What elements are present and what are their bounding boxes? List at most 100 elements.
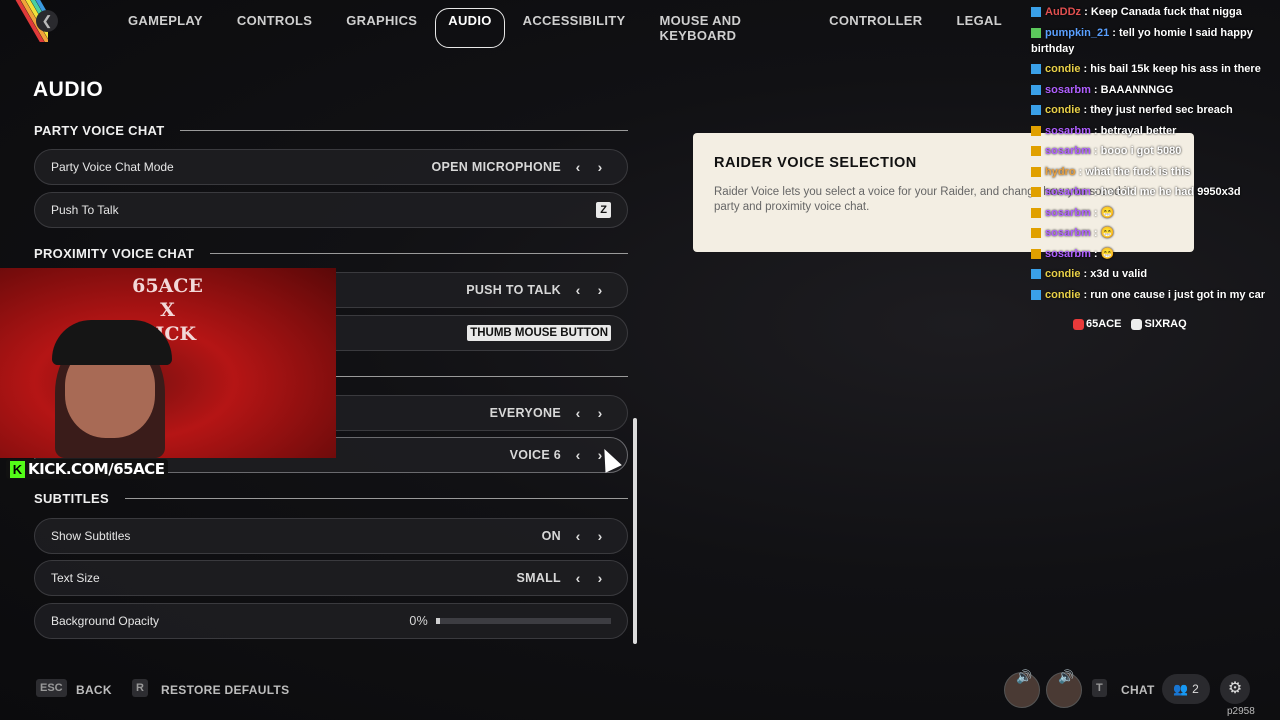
tab-legal[interactable]: LEGAL [940, 8, 1018, 48]
chat-text: : 😁 [1090, 206, 1115, 219]
setting-party-voice-chat-mode[interactable]: Party Voice Chat Mode OPEN MICROPHONE ‹ … [34, 149, 628, 185]
setting-label: Show Subtitles [51, 529, 131, 543]
section-label: PARTY VOICE CHAT [34, 122, 165, 138]
chat-badge-icon [1031, 187, 1041, 198]
chevron-right-icon[interactable]: › [589, 528, 611, 544]
chat-message: sosarbm : 😁 [1031, 205, 1280, 221]
chat-badge-icon [1031, 64, 1041, 75]
chat-text: : his bail 15k keep his ass in there [1080, 63, 1261, 75]
chat-message: sosarbm : booo i got 5080 [1031, 143, 1280, 159]
gear-icon[interactable]: ⚙ [1220, 674, 1250, 704]
tab-accessibility[interactable]: ACCESSIBILITY [507, 8, 642, 48]
chat-username: AuDDz [1045, 6, 1082, 18]
setting-label: Party Voice Chat Mode [51, 160, 174, 174]
setting-background-opacity[interactable]: Background Opacity 0% [34, 603, 628, 639]
chat-text: : 😁 [1090, 247, 1115, 260]
party-member-avatar[interactable]: 🔊 [1046, 669, 1082, 708]
chat-message: sosarbm : betrayal better [1031, 123, 1280, 139]
back-arrow-icon[interactable]: ❮ [36, 10, 58, 32]
keybind-value[interactable]: Z [596, 202, 611, 218]
party-button[interactable]: 👥 2 [1162, 674, 1210, 704]
r-key-icon: R [132, 679, 148, 697]
bottom-bar: ESC BACK R RESTORE DEFAULTS T CHAT [0, 676, 1280, 706]
divider [210, 252, 628, 254]
youtube-icon [1073, 318, 1084, 330]
chevron-right-icon[interactable]: › [589, 405, 611, 421]
chat-text: : BAAANNNGG [1090, 83, 1174, 96]
webcam-overlay: 65ACE X KICK [0, 268, 336, 458]
back-button[interactable]: BACK [76, 683, 112, 697]
tab-controller[interactable]: CONTROLLER [813, 8, 938, 48]
chat-username: condie [1045, 104, 1081, 116]
chat-text: : booo i got 5080 [1090, 145, 1182, 157]
page-title: AUDIO [33, 78, 104, 101]
chat-badge-icon [1031, 269, 1041, 280]
chat-message: sosarbm : he told me he had 9950x3d [1031, 184, 1280, 200]
speaker-icon: 🔊 [1016, 669, 1033, 684]
logo-line: 65ACE [132, 275, 203, 297]
chat-badge-icon [1031, 228, 1041, 239]
setting-value: EVERYONE [489, 406, 561, 420]
chat-badge-icon [1031, 146, 1041, 157]
t-key-icon: T [1092, 679, 1107, 697]
chevron-right-icon[interactable]: › [589, 570, 611, 586]
section-party-voice-chat: PARTY VOICE CHAT [34, 120, 628, 140]
party-count: 2 [1192, 682, 1199, 696]
x-icon [1131, 318, 1143, 330]
chevron-right-icon[interactable]: › [589, 282, 611, 298]
chevron-left-icon[interactable]: ‹ [567, 159, 589, 175]
divider [180, 129, 628, 131]
setting-push-to-talk[interactable]: Push To Talk Z [34, 192, 628, 228]
tab-audio[interactable]: AUDIO [435, 8, 505, 48]
divider [124, 497, 628, 499]
streamer-cap [52, 320, 172, 365]
setting-label: Push To Talk [51, 203, 119, 217]
section-label: SUBTITLES [34, 490, 109, 506]
chevron-left-icon[interactable]: ‹ [567, 405, 589, 421]
keybind-value[interactable]: THUMB MOUSE BUTTON [467, 325, 611, 341]
chevron-left-icon[interactable]: ‹ [567, 447, 589, 463]
setting-text-size[interactable]: Text Size SMALL ‹ › [34, 560, 628, 596]
setting-value: 0% [409, 614, 428, 628]
setting-show-subtitles[interactable]: Show Subtitles ON ‹ › [34, 518, 628, 554]
scrollbar[interactable] [633, 418, 637, 644]
kick-icon: K [10, 460, 25, 478]
chat-message: condie : his bail 15k keep his ass in th… [1031, 61, 1280, 77]
chat-message: hydro : what the fuck is this [1031, 164, 1280, 180]
chevron-left-icon[interactable]: ‹ [567, 528, 589, 544]
chat-badge-icon [1031, 27, 1041, 38]
chevron-left-icon[interactable]: ‹ [567, 282, 589, 298]
stream-chat-overlay: AuDDz : Keep Canada fuck that nigga pumpk… [1031, 4, 1280, 307]
chat-message: AuDDz : Keep Canada fuck that nigga [1031, 4, 1280, 20]
chat-username: sosarbm [1045, 83, 1091, 96]
setting-value: SMALL [516, 571, 561, 585]
tab-controls[interactable]: CONTROLS [221, 8, 328, 48]
opacity-slider[interactable] [436, 618, 611, 624]
chevron-right-icon[interactable]: › [589, 159, 611, 175]
restore-defaults-button[interactable]: RESTORE DEFAULTS [161, 683, 289, 697]
chat-message: condie : they just nerfed sec breach [1031, 102, 1280, 118]
chat-message: sosarbm : 😁 [1031, 246, 1280, 262]
section-proximity-voice-chat: PROXIMITY VOICE CHAT [34, 243, 628, 263]
party-member-avatar[interactable]: 🔊 [1004, 669, 1040, 708]
people-icon: 👥 [1173, 682, 1189, 696]
section-label: PROXIMITY VOICE CHAT [34, 245, 195, 261]
chat-username: sosarbm [1045, 186, 1091, 198]
chat-username: condie [1045, 63, 1081, 75]
tab-graphics[interactable]: GRAPHICS [330, 8, 433, 48]
chat-username: hydro [1045, 165, 1076, 178]
chat-button[interactable]: CHAT [1121, 683, 1155, 697]
chat-badge-icon [1031, 289, 1041, 300]
setting-value: ON [541, 529, 561, 543]
chat-text: : x3d u valid [1080, 268, 1148, 280]
kick-url-badge: K KICK.COM/65ACE [6, 459, 169, 479]
setting-label: Background Opacity [51, 614, 160, 628]
tab-gameplay[interactable]: GAMEPLAY [112, 8, 219, 48]
chevron-left-icon[interactable]: ‹ [567, 570, 589, 586]
chat-username: sosarbm [1045, 206, 1091, 219]
chat-text: : Keep Canada fuck that nigga [1081, 6, 1242, 18]
chat-message: condie : run one cause i just got in my … [1031, 287, 1280, 303]
tab-mouse-and-keyboard[interactable]: MOUSE AND KEYBOARD [644, 8, 812, 48]
social-handle: SIXRAQ [1131, 318, 1187, 330]
chat-badge-icon [1031, 207, 1041, 218]
